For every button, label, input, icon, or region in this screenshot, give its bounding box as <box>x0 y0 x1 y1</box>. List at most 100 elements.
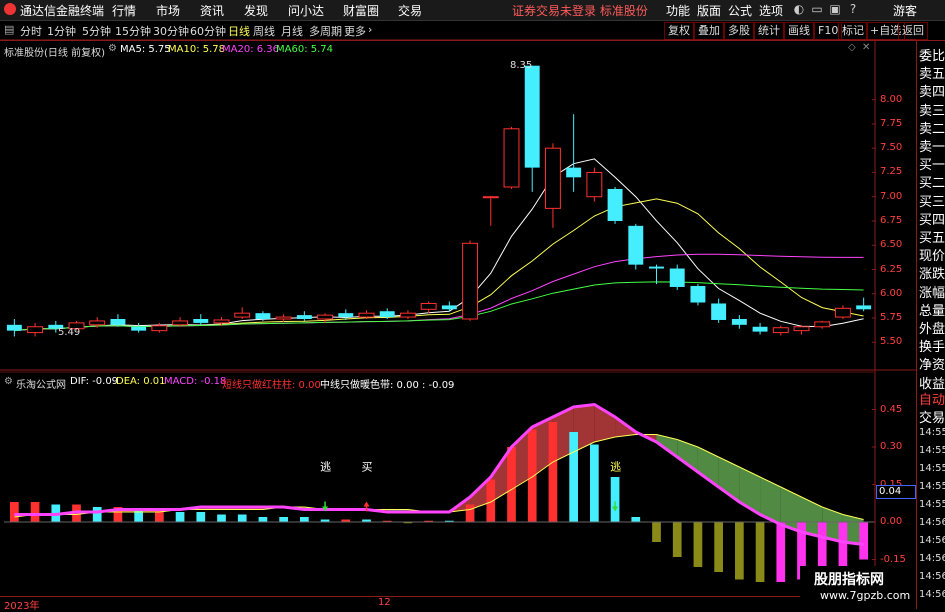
macd-bar <box>258 517 268 522</box>
macd-bar <box>175 512 185 522</box>
candle-body-up <box>586 171 603 198</box>
watermark: 股朋指标网 www.7gpzb.com <box>800 566 916 609</box>
candle-body-down <box>731 319 747 325</box>
macd-bar <box>134 509 143 522</box>
price-axis-tick: 6.25 <box>880 263 903 275</box>
tick-time: 14:55 <box>919 445 945 456</box>
quote-field-label: 涨跌 <box>919 267 945 283</box>
macd-bar <box>10 502 19 522</box>
macd-axis-tick: 0.00 <box>880 516 903 527</box>
macd-bar <box>693 522 703 567</box>
macd-bar <box>610 477 620 522</box>
trade-tab[interactable]: 交易 <box>919 407 945 426</box>
macd-bar <box>465 504 475 522</box>
candle-body-down <box>566 167 582 178</box>
time-label-month: 12 <box>378 597 391 608</box>
tick-time: 14:56 <box>919 589 945 600</box>
quote-panel: 委比 卖五 卖四 卖三 卖二 卖一 买一 买二 买三 买四 买五 现价 涨跌 涨幅 总量 外盘 换手 净资 收益 自动… <box>916 41 945 609</box>
watermark-title: 股朋指标网 <box>814 572 884 588</box>
candle-body-up <box>275 316 292 320</box>
macd-bar <box>776 522 786 582</box>
tick-time: 14:55 <box>919 427 945 438</box>
quote-field-label: 外盘 <box>919 322 945 337</box>
quote-field-label: 卖五 <box>919 67 945 83</box>
candle-body-down <box>131 326 147 331</box>
candle-body-up <box>234 312 251 318</box>
candle-body-up <box>151 325 168 332</box>
macd-bar <box>92 507 102 522</box>
macd-bar <box>714 522 723 572</box>
candle-body-up <box>772 327 789 334</box>
time-axis-line <box>0 596 916 597</box>
candle-body-down <box>628 225 644 265</box>
signal-label: 逃 <box>320 461 331 474</box>
macd-bar <box>217 514 226 522</box>
price-axis-tick: 8.00 <box>880 93 903 105</box>
time-label-year: 2023年 <box>4 601 40 612</box>
quote-field-label: 买三 <box>919 194 945 210</box>
candle-body-up <box>482 196 499 199</box>
candle-body-up <box>27 326 44 334</box>
quote-field-label: 换手 <box>919 340 945 356</box>
quote-field-label: 卖三 <box>919 103 945 119</box>
ma5-line <box>14 158 864 332</box>
candle-body-down <box>296 315 312 320</box>
candle-body-down <box>649 266 664 269</box>
signal-label: 买 <box>362 461 373 474</box>
candle-body-up <box>358 312 375 318</box>
candle-body-up <box>793 326 810 332</box>
candle-body-down <box>338 313 354 318</box>
macd-bar <box>755 522 765 582</box>
macd-bar <box>735 522 744 580</box>
quote-field-label: 总量 <box>919 303 945 319</box>
macd-bar <box>527 429 537 522</box>
price-axis-tick: 7.50 <box>880 142 903 154</box>
macd-axis-tick: -0.15 <box>880 553 906 565</box>
buy-arrow-head-icon <box>363 501 370 507</box>
candle-body-down <box>752 326 768 332</box>
macd-bar <box>859 522 868 560</box>
ma10-line <box>14 198 864 332</box>
macd-bar <box>279 517 288 522</box>
tick-time: 14:55 <box>919 481 945 492</box>
high-price-label: 8.35 <box>510 60 533 71</box>
macd-bar <box>237 514 247 522</box>
candle-body-down <box>669 268 685 287</box>
candle-body-down <box>856 305 872 310</box>
price-axis-tick: 6.00 <box>880 287 903 299</box>
quote-field-label: 卖四 <box>919 85 945 101</box>
candle-body-up <box>420 302 437 310</box>
price-axis-tick: 6.50 <box>880 239 903 251</box>
quote-field-label: 买四 <box>919 212 945 228</box>
signal-label: 逃 <box>610 461 621 474</box>
candle-body-down <box>379 311 395 318</box>
candle-body-up <box>172 320 189 326</box>
price-axis-tick: 7.00 <box>880 190 903 202</box>
macd-bar <box>631 517 641 522</box>
candle-body-down <box>690 286 706 303</box>
macd-bar <box>590 444 599 522</box>
auto-tab[interactable]: 自动 <box>919 389 945 408</box>
candle-body-up <box>462 242 479 320</box>
tick-time: 14:55 <box>919 463 945 474</box>
quote-field-label: 现价 <box>919 249 945 265</box>
quote-field-label: 买五 <box>919 231 945 246</box>
quote-field-label: 买二 <box>919 176 945 192</box>
macd-bar <box>196 512 206 522</box>
macd-bar <box>548 422 558 522</box>
candle-body-up <box>503 128 520 188</box>
macd-axis-tick: 0.45 <box>880 403 903 415</box>
quote-field-label: 委比 <box>919 49 945 64</box>
price-axis-tick: 5.75 <box>880 312 903 324</box>
macd-bar <box>569 432 578 522</box>
candle-body-up <box>317 314 334 320</box>
tick-time: 14:56 <box>919 517 945 528</box>
candle-body-down <box>6 324 22 331</box>
chart-canvas[interactable]: 逃买逃 <box>0 0 945 609</box>
price-axis-tick: 5.50 <box>880 336 903 348</box>
price-axis-tick: 6.75 <box>880 214 903 226</box>
low-price-label: 5.49 <box>58 327 81 338</box>
candle-body-down <box>255 313 271 320</box>
candle-body-up <box>89 320 106 326</box>
macd-bar <box>652 522 661 542</box>
